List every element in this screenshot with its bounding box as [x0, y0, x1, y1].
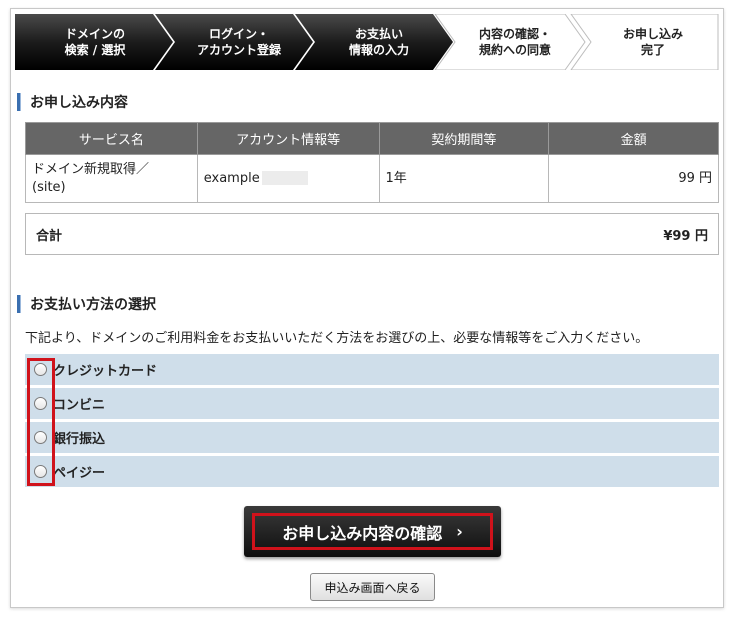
- order-table-header-row: サービス名 アカウント情報等 契約期間等 金額: [25, 122, 719, 155]
- step-3-line1: お支払い: [354, 27, 403, 41]
- cell-account-info: example: [196, 154, 380, 203]
- step-3-label: お支払い 情報の入力: [313, 14, 445, 70]
- service-name-line1: ドメイン新規取得／: [32, 161, 150, 177]
- header-service-name: サービス名: [25, 122, 198, 155]
- order-section-title-text: お申し込み内容: [30, 95, 128, 111]
- chevron-right-icon: ›: [456, 522, 463, 541]
- payment-section-title: お支払い方法の選択: [17, 294, 156, 314]
- masked-text: [261, 171, 308, 185]
- account-text: example: [203, 170, 260, 186]
- payment-option-label: ペイジー: [53, 466, 106, 481]
- payment-option-label: コンビニ: [53, 398, 106, 413]
- step-2-label: ログイン・ アカウント登録: [173, 14, 305, 70]
- total-value: ¥99 円: [663, 228, 708, 244]
- header-account-info: アカウント情報等: [196, 122, 380, 155]
- confirm-button-label: お申し込み内容の確認: [282, 523, 443, 543]
- order-total: 合計 ¥99 円: [25, 213, 719, 255]
- radio-bank-transfer[interactable]: [34, 431, 47, 444]
- payment-option-credit-card[interactable]: クレジットカード: [25, 354, 719, 385]
- step-1-label: ドメインの 検索 / 選択: [25, 14, 165, 70]
- step-2-line2: アカウント登録: [196, 43, 281, 57]
- cell-contract-period: 1年: [378, 154, 550, 203]
- step-4-line2: 規約への同意: [478, 43, 551, 57]
- payment-option-label: クレジットカード: [53, 364, 158, 379]
- step-1-line1: ドメインの: [64, 27, 125, 41]
- confirm-order-button[interactable]: お申し込み内容の確認 ›: [244, 506, 501, 557]
- cell-service-name: ドメイン新規取得／ (site): [25, 154, 198, 203]
- section-accent-bar: [17, 295, 21, 313]
- order-table: サービス名 アカウント情報等 契約期間等 金額 ドメイン新規取得／ (site)…: [25, 122, 719, 203]
- step-progress-bar: ドメインの 検索 / 選択 ログイン・ アカウント登録 お支払い 情報の入力 内…: [15, 14, 719, 70]
- step-5-line1: お申し込み: [622, 27, 683, 41]
- step-4-line1: 内容の確認・: [478, 27, 551, 41]
- cell-amount: 99 円: [548, 154, 719, 203]
- service-name-line2: (site): [32, 179, 66, 195]
- step-5-label: お申し込み 完了: [589, 14, 717, 70]
- step-1-line2: 検索 / 選択: [64, 43, 126, 57]
- step-4-label: 内容の確認・ 規約への同意: [451, 14, 579, 70]
- table-row: ドメイン新規取得／ (site) example 1年 99 円: [25, 154, 719, 203]
- payment-option-label: 銀行振込: [53, 432, 106, 447]
- radio-payeasy[interactable]: [34, 465, 47, 478]
- header-contract-period: 契約期間等: [378, 122, 550, 155]
- header-amount: 金額: [548, 122, 719, 155]
- confirm-button-highlight: お申し込み内容の確認 ›: [252, 513, 493, 550]
- payment-option-convenience-store[interactable]: コンビニ: [25, 388, 719, 419]
- payment-section-title-text: お支払い方法の選択: [30, 297, 156, 313]
- payment-option-payeasy[interactable]: ペイジー: [25, 456, 719, 487]
- payment-option-bank-transfer[interactable]: 銀行振込: [25, 422, 719, 453]
- page-frame: ドメインの 検索 / 選択 ログイン・ アカウント登録 お支払い 情報の入力 内…: [10, 8, 724, 608]
- step-2-line1: ログイン・: [208, 27, 269, 41]
- order-section-title: お申し込み内容: [17, 92, 128, 112]
- payment-options: クレジットカード コンビニ 銀行振込 ペイジー: [25, 354, 719, 490]
- step-3-line2: 情報の入力: [348, 43, 409, 57]
- radio-convenience-store[interactable]: [34, 397, 47, 410]
- radio-credit-card[interactable]: [34, 363, 47, 376]
- payment-description: 下記より、ドメインのご利用料金をお支払いいただく方法をお選びの上、必要な情報等を…: [25, 331, 649, 346]
- step-5-line2: 完了: [640, 43, 665, 57]
- total-label: 合計: [36, 228, 63, 244]
- back-to-application-button[interactable]: 申込み画面へ戻る: [310, 573, 435, 601]
- section-accent-bar: [17, 93, 21, 111]
